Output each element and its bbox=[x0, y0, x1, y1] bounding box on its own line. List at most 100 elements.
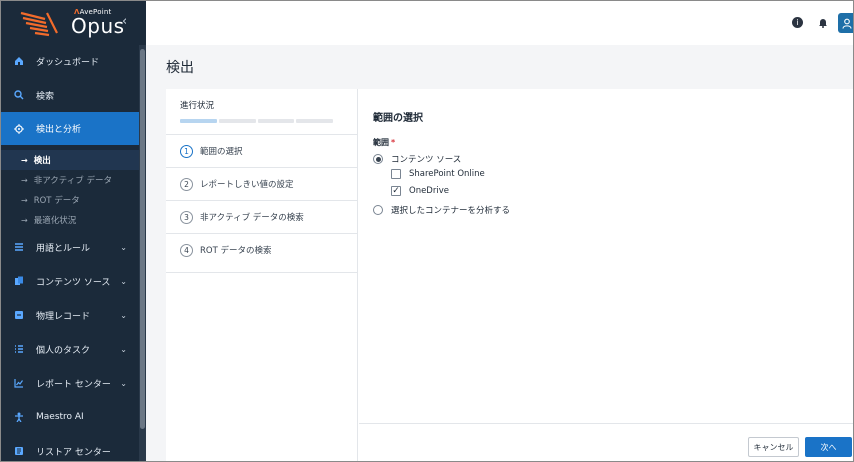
sidebar-item-label: 検出と分析 bbox=[36, 125, 82, 135]
sidebar-item-label: 物理レコード bbox=[36, 311, 91, 322]
sidebar-item-label: ダッシュボード bbox=[36, 57, 100, 68]
checkbox-label: OneDrive bbox=[409, 186, 449, 196]
sidebar-subitem-label: 非アクティブ データ bbox=[33, 176, 112, 186]
sidebar-subitem-label: ROT データ bbox=[33, 196, 80, 206]
arrow-right-icon: → bbox=[21, 195, 28, 205]
sidebar-subitem-label: 検出 bbox=[33, 156, 51, 166]
sidebar-item-label: 用語とルール bbox=[36, 243, 91, 254]
brand-product: Opus bbox=[71, 14, 125, 38]
sidebar-item-physical-records[interactable]: 物理レコード ⌄ bbox=[1, 299, 139, 331]
chevron-down-icon: ⌄ bbox=[120, 276, 127, 286]
sidebar: ΛAvePoint Opus ‹ ダッシュボード 検索 検出と分析 → 検出 →… bbox=[1, 1, 146, 461]
sidebar-item-label: レポート センター bbox=[36, 379, 111, 390]
wizard-step-3[interactable]: 3 非アクティブ データの検索 bbox=[166, 200, 358, 233]
sidebar-subitem-discovery[interactable]: → 検出 bbox=[1, 150, 139, 170]
app-window: ΛAvePoint Opus ‹ ダッシュボード 検索 検出と分析 → 検出 →… bbox=[0, 0, 854, 462]
top-bar: i bbox=[146, 1, 853, 45]
sidebar-subitem-rot-data[interactable]: → ROT データ bbox=[1, 190, 139, 210]
target-icon bbox=[14, 123, 24, 134]
wizard-step-1[interactable]: 1 範囲の選択 bbox=[166, 134, 358, 167]
chart-icon bbox=[14, 378, 24, 388]
next-button[interactable]: 次へ bbox=[805, 437, 852, 457]
required-marker: * bbox=[391, 138, 396, 147]
wizard-step-2[interactable]: 2 レポートしきい値の設定 bbox=[166, 167, 358, 200]
sidebar-subitem-optimization[interactable]: → 最適化状況 bbox=[1, 210, 139, 230]
checkbox-onedrive[interactable]: ✓ OneDrive bbox=[391, 186, 449, 196]
files-icon bbox=[14, 276, 24, 286]
chevron-down-icon: ⌄ bbox=[120, 344, 127, 354]
info-icon[interactable]: i bbox=[792, 17, 803, 28]
scope-field-label: 範囲 * bbox=[373, 137, 395, 148]
sidebar-item-discovery-analysis[interactable]: 検出と分析 bbox=[1, 112, 139, 145]
sidebar-item-terms-rules[interactable]: 用語とルール ⌄ bbox=[1, 231, 139, 263]
archive-icon bbox=[14, 310, 24, 320]
page-title: 検出 bbox=[166, 60, 194, 76]
ai-icon bbox=[14, 412, 24, 422]
form-footer: キャンセル 次へ bbox=[359, 423, 853, 461]
step-label: レポートしきい値の設定 bbox=[200, 180, 294, 190]
arrow-right-icon: → bbox=[21, 175, 28, 185]
sidebar-item-restore-center[interactable]: リストア センター bbox=[1, 435, 139, 461]
checkbox-sharepoint-online[interactable]: SharePoint Online bbox=[391, 169, 485, 179]
radio-button-selected[interactable] bbox=[373, 154, 383, 164]
progress-segment bbox=[257, 119, 295, 123]
step-label: 範囲の選択 bbox=[200, 147, 243, 157]
step-number: 2 bbox=[180, 177, 193, 191]
restore-icon bbox=[14, 446, 24, 456]
search-icon bbox=[14, 90, 24, 100]
wizard-step-4[interactable]: 4 ROT データの検索 bbox=[166, 233, 358, 266]
radio-label: コンテンツ ソース bbox=[391, 155, 462, 165]
progress-segment bbox=[296, 119, 333, 123]
user-avatar[interactable] bbox=[838, 13, 853, 33]
sidebar-subitem-inactive-data[interactable]: → 非アクティブ データ bbox=[1, 170, 139, 190]
sidebar-scrollbar-thumb[interactable] bbox=[140, 49, 145, 429]
collapse-sidebar-icon[interactable]: ‹ bbox=[122, 14, 127, 29]
radio-label: 選択したコンテナーを分析する bbox=[391, 206, 511, 216]
step-number: 4 bbox=[180, 243, 193, 257]
sidebar-item-label: リストア センター bbox=[36, 447, 111, 458]
checkbox-label: SharePoint Online bbox=[409, 169, 485, 179]
step-number: 3 bbox=[180, 210, 193, 224]
step-number: 1 bbox=[180, 144, 193, 158]
sidebar-item-label: コンテンツ ソース bbox=[36, 277, 111, 288]
progress-bar bbox=[180, 119, 333, 123]
home-icon bbox=[14, 56, 24, 66]
progress-segment bbox=[180, 119, 217, 123]
chevron-down-icon: ⌄ bbox=[120, 310, 127, 320]
step-label: ROT データの検索 bbox=[200, 246, 272, 256]
cancel-button[interactable]: キャンセル bbox=[748, 437, 799, 457]
wizard-steps: 進行状況 1 範囲の選択 2 レポートしきい値の設定 3 非アクティブ データの… bbox=[166, 89, 358, 461]
sidebar-item-search[interactable]: 検索 bbox=[1, 79, 139, 111]
tasks-icon bbox=[14, 344, 24, 354]
sidebar-item-report-center[interactable]: レポート センター ⌄ bbox=[1, 367, 139, 399]
avepoint-logo-icon bbox=[20, 11, 58, 37]
sidebar-item-label: 検索 bbox=[36, 91, 55, 102]
sidebar-item-maestro-ai[interactable]: Maestro AI bbox=[1, 401, 139, 433]
radio-button[interactable] bbox=[373, 205, 383, 215]
wizard-card: 進行状況 1 範囲の選択 2 レポートしきい値の設定 3 非アクティブ データの… bbox=[166, 89, 853, 461]
radio-selected-containers[interactable]: 選択したコンテナーを分析する bbox=[373, 204, 510, 216]
sidebar-item-content-sources[interactable]: コンテンツ ソース ⌄ bbox=[1, 265, 139, 297]
form-title: 範囲の選択 bbox=[373, 113, 423, 124]
bell-icon[interactable] bbox=[817, 17, 828, 28]
sidebar-item-personal-tasks[interactable]: 個人のタスク ⌄ bbox=[1, 333, 139, 365]
radio-content-source[interactable]: コンテンツ ソース bbox=[373, 153, 461, 165]
arrow-right-icon: → bbox=[21, 215, 28, 225]
chevron-down-icon: ⌄ bbox=[120, 378, 127, 388]
progress-segment bbox=[218, 119, 256, 123]
divider bbox=[166, 272, 358, 273]
sidebar-item-label: 個人のタスク bbox=[36, 345, 91, 356]
step-label: 非アクティブ データの検索 bbox=[200, 213, 304, 223]
checkbox-checked[interactable]: ✓ bbox=[391, 186, 401, 196]
main-content: 検出 進行状況 1 範囲の選択 2 レポートしきい値の設定 3 非アクティブ デ… bbox=[146, 45, 853, 461]
sidebar-item-dashboard[interactable]: ダッシュボード bbox=[1, 45, 139, 77]
scope-label-text: 範囲 bbox=[373, 138, 389, 147]
arrow-right-icon: → bbox=[21, 155, 28, 165]
sidebar-item-label: Maestro AI bbox=[36, 412, 84, 422]
checkbox[interactable] bbox=[391, 169, 401, 179]
sidebar-subitem-label: 最適化状況 bbox=[33, 216, 77, 226]
list-icon bbox=[14, 242, 24, 252]
chevron-down-icon: ⌄ bbox=[120, 242, 127, 252]
user-icon bbox=[841, 18, 852, 29]
scope-form: 範囲の選択 範囲 * コンテンツ ソース SharePoint Online ✓ … bbox=[359, 89, 853, 461]
